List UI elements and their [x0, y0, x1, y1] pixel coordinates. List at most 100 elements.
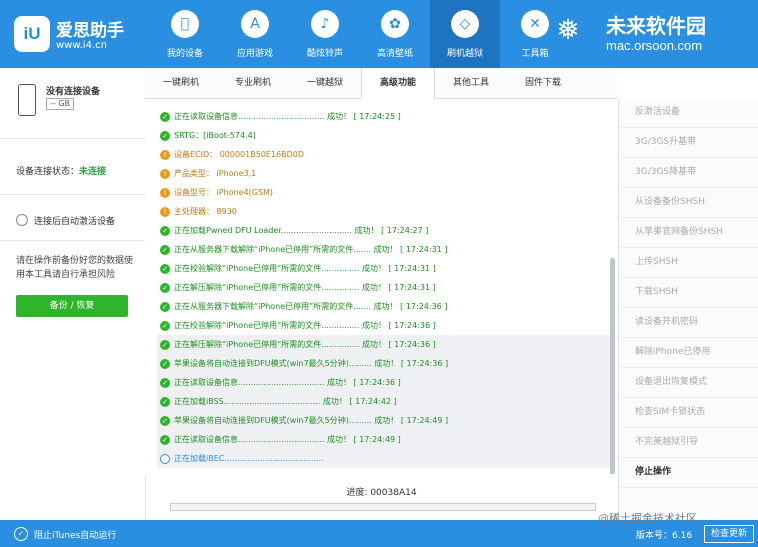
tab-5[interactable]: 固件下载 [507, 68, 579, 98]
tab-0[interactable]: 一键刷机 [145, 68, 217, 98]
status-bar: @稀土掘金技术社区 ✓ 阻止iTunes自动运行 版本号：6.16 检查更新 [0, 512, 758, 547]
connection-status: 设备连接状态：未连接 [16, 164, 106, 177]
auto-activate-label[interactable]: 连接后自动激活设备 [34, 214, 115, 227]
info-icon: ! [160, 150, 170, 160]
menu-item[interactable]: 从苹果官网备份SHSH [619, 218, 758, 248]
log-row: ✓ SRTG：[iBoot-574.4] [157, 126, 612, 145]
backup-restore-button[interactable]: 备份 / 恢复 [16, 295, 128, 317]
log-text: 主处理器： 8930 [174, 207, 237, 216]
log-text: 正在校验解除“iPhone已停用”所需的文件............... 成功… [174, 321, 436, 330]
brand-name: 爱思助手 [56, 21, 124, 41]
nav-item-label: 刷机越狱 [446, 49, 483, 59]
check-update-button[interactable]: 检查更新 [704, 525, 754, 543]
menu-item[interactable]: 上传SHSH [619, 248, 758, 278]
box-icon: ◇ [451, 10, 479, 38]
tab-3[interactable]: 高级功能 [361, 68, 435, 99]
check-icon: ✓ [160, 226, 170, 236]
log-text: 苹果设备将自动连接到DFU模式(win7最久5分钟)......... 成功！ … [174, 416, 449, 425]
nav-item-2[interactable]: ♪ 酷炫铃声 [290, 0, 360, 68]
log-text: 设备型号： iPhone4(GSM) [174, 188, 274, 197]
log-row: 正在加载iBEC................................… [157, 449, 612, 468]
brand-logo: iU [14, 16, 50, 52]
log-row: ✓ 正在读取设备信息...............................… [157, 107, 612, 126]
log-text: 正在解压解除“iPhone已停用”所需的文件............... 成功… [174, 340, 436, 349]
menu-item[interactable]: 下载SHSH [619, 278, 758, 308]
nav-item-label: 酷炫铃声 [306, 49, 343, 59]
log-text: 正在加载iBEC................................… [174, 454, 324, 463]
version-label: 版本号：6.16 [636, 531, 693, 541]
block-itunes-label[interactable]: 阻止iTunes自动运行 [34, 528, 116, 541]
check-icon: ✓ [160, 378, 170, 388]
device-capacity: -- GB [46, 98, 75, 110]
check-icon: ✓ [160, 435, 170, 445]
apple-icon:  [171, 10, 199, 38]
log-panel: ✓ 正在读取设备信息...............................… [145, 99, 618, 475]
log-scrollbar[interactable] [610, 258, 615, 474]
log-row: ✓ 正在校验解除“iPhone已停用”所需的文件............... 成… [157, 259, 612, 278]
log-row: ✓ 正在解压解除“iPhone已停用”所需的文件............... 成… [157, 335, 612, 354]
tab-2[interactable]: 一键越狱 [289, 68, 361, 98]
log-list: ✓ 正在读取设备信息...............................… [157, 107, 612, 468]
menu-item[interactable]: 设备退出恢复模式 [619, 368, 758, 398]
log-text: 正在从服务器下载解除“iPhone已停用”所需的文件....... 成功！ [ … [174, 245, 448, 254]
log-row: ✓ 正在从服务器下载解除“iPhone已停用”所需的文件....... 成功！ [… [157, 240, 612, 259]
menu-item[interactable]: 解除iPhone已停用 [619, 338, 758, 368]
menu-item[interactable]: 从设备备份SHSH [619, 188, 758, 218]
menu-item[interactable]: 3G/3GS升基带 [619, 128, 758, 158]
check-icon: ✓ [160, 416, 170, 426]
block-itunes-icon[interactable]: ✓ [14, 527, 28, 541]
watermark-name: 未来软件园 [606, 14, 706, 38]
log-row: ✓ 正在校验解除“iPhone已停用”所需的文件............... 成… [157, 316, 612, 335]
flash-tabs: 一键刷机 专业刷机 一键越狱 高级功能 其他工具 固件下载 [145, 68, 617, 99]
check-icon: ✓ [160, 340, 170, 350]
menu-item[interactable]: 停止操作 [619, 458, 758, 488]
log-row: ! 产品类型： iPhone3,1 [157, 164, 612, 183]
check-icon: ✓ [160, 302, 170, 312]
log-row: ✓ 正在加载Pwned DFU Loader...................… [157, 221, 612, 240]
log-text: 正在校验解除“iPhone已停用”所需的文件............... 成功… [174, 264, 436, 273]
log-row: ! 设备型号： iPhone4(GSM) [157, 183, 612, 202]
brand-url: www.i4.cn [56, 40, 107, 51]
check-icon: ✓ [160, 321, 170, 331]
nav-item-label: 应用游戏 [236, 49, 273, 59]
menu-item[interactable]: 3G/3GS降基带 [619, 158, 758, 188]
top-bar: iU 爱思助手 www.i4.cn  我的设备 A 应用游戏 ♪ 酷炫铃声 ✿ 高清壁纸 ◇ 刷… [0, 0, 758, 68]
menu-item[interactable]: 读设备开机密码 [619, 308, 758, 338]
log-row: ✓ 正在读取设备信息...............................… [157, 373, 612, 392]
log-text: 正在加载Pwned DFU Loader....................… [174, 226, 429, 235]
divider [0, 240, 145, 241]
watermark-url: mac.orsoon.com [606, 38, 703, 53]
brand: iU 爱思助手 www.i4.cn [14, 10, 154, 58]
watermark-logo-icon: ❅ [556, 13, 580, 46]
check-icon: ✓ [160, 397, 170, 407]
log-row: ✓ 苹果设备将自动连接到DFU模式(win7最久5分钟)......... 成功！… [157, 411, 612, 430]
auto-activate-radio[interactable] [16, 214, 28, 226]
wallpaper-icon: ✿ [381, 10, 409, 38]
device-sidebar: 没有连接设备 -- GB 设备连接状态：未连接 连接后自动激活设备 请在操作前备… [0, 68, 146, 520]
main-nav: 我的设备A应用游戏♪酷炫铃声✿高清壁纸◇刷机越狱✕工具箱 [150, 0, 570, 68]
check-icon: ✓ [160, 245, 170, 255]
nav-item-1[interactable]: A 应用游戏 [220, 0, 290, 68]
log-row: ✓ 正在加载iBSS...............................… [157, 392, 612, 411]
app-store-icon: A [241, 10, 269, 38]
tab-1[interactable]: 专业刷机 [217, 68, 289, 98]
advanced-menu: 反激活设备 3G/3GS升基带 3G/3GS降基带 从设备备份SHSH 从苹果官网备份S… [618, 98, 758, 520]
log-text: 设备ECID： 000001B50E16BD0D [174, 150, 305, 159]
check-icon: ✓ [160, 283, 170, 293]
log-text: 产品类型： iPhone3,1 [174, 169, 257, 178]
nav-item-label: 高清壁纸 [376, 49, 413, 59]
menu-item[interactable]: 不完美越狱引导 [619, 428, 758, 458]
menu-item[interactable]: 检查SIM卡锁状态 [619, 398, 758, 428]
loading-icon [160, 454, 170, 464]
log-row: ✓ 正在读取设备信息...............................… [157, 430, 612, 449]
log-text: 正在加载iBSS................................… [174, 397, 397, 406]
divider [0, 138, 145, 139]
check-icon: ✓ [160, 264, 170, 274]
menu-item[interactable]: 反激活设备 [619, 98, 758, 128]
nav-item-4[interactable]: ◇ 刷机越狱 [430, 0, 500, 68]
tab-4[interactable]: 其他工具 [435, 68, 507, 98]
info-icon: ! [160, 169, 170, 179]
nav-item-0[interactable]:  我的设备 [150, 0, 220, 68]
info-icon: ! [160, 188, 170, 198]
nav-item-3[interactable]: ✿ 高清壁纸 [360, 0, 430, 68]
